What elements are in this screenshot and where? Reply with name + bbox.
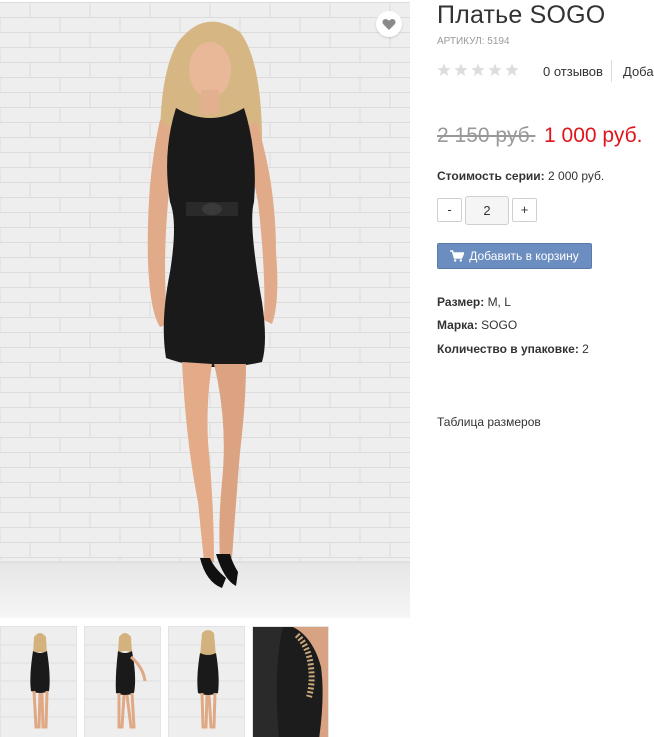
quantity-increase-button[interactable]: + <box>512 198 537 222</box>
series-cost: Стоимость серии: 2 000 руб. <box>437 169 604 183</box>
star-icon[interactable] <box>454 63 468 77</box>
attribute-size: Размер: M, L <box>437 295 511 309</box>
product-title: Платье SOGO <box>437 1 606 29</box>
attribute-pack-quantity: Количество в упаковке: 2 <box>437 342 589 356</box>
thumbnail-front[interactable] <box>0 626 77 737</box>
star-icon[interactable] <box>471 63 485 77</box>
star-icon[interactable] <box>505 63 519 77</box>
old-price: 2 150 руб. <box>437 124 536 147</box>
star-icon[interactable] <box>437 63 451 77</box>
series-cost-value: 2 000 руб. <box>548 169 605 183</box>
brand-label: Марка: <box>437 318 478 332</box>
thumbnail-angle[interactable] <box>84 626 161 737</box>
thumbnail-back[interactable] <box>168 626 245 737</box>
add-review-link[interactable]: Добавить отзыв <box>623 64 654 79</box>
size-table-link[interactable]: Таблица размеров <box>437 415 541 429</box>
rating-stars[interactable] <box>437 63 519 77</box>
reviews-link[interactable]: 0 отзывов <box>543 64 603 79</box>
series-cost-label: Стоимость серии: <box>437 169 545 183</box>
sale-price: 1 000 руб. <box>544 124 643 147</box>
attribute-brand: Марка: SOGO <box>437 318 517 332</box>
quantity-input[interactable] <box>465 196 509 225</box>
pack-quantity-value: 2 <box>582 342 589 356</box>
size-value: M, L <box>487 295 511 309</box>
thumbnail-lace-detail[interactable] <box>252 626 329 737</box>
wishlist-button[interactable] <box>376 11 402 37</box>
size-label: Размер: <box>437 295 485 309</box>
main-product-image[interactable] <box>0 2 410 618</box>
pack-quantity-label: Количество в упаковке: <box>437 342 579 356</box>
divider <box>611 60 612 82</box>
cart-icon <box>450 250 465 262</box>
heart-icon <box>382 18 396 30</box>
add-to-cart-label: Добавить в корзину <box>469 249 579 263</box>
brand-value: SOGO <box>481 318 518 332</box>
add-to-cart-button[interactable]: Добавить в корзину <box>437 243 592 269</box>
star-icon[interactable] <box>488 63 502 77</box>
product-sku: АРТИКУЛ: 5194 <box>437 36 510 47</box>
quantity-decrease-button[interactable]: - <box>437 198 462 222</box>
